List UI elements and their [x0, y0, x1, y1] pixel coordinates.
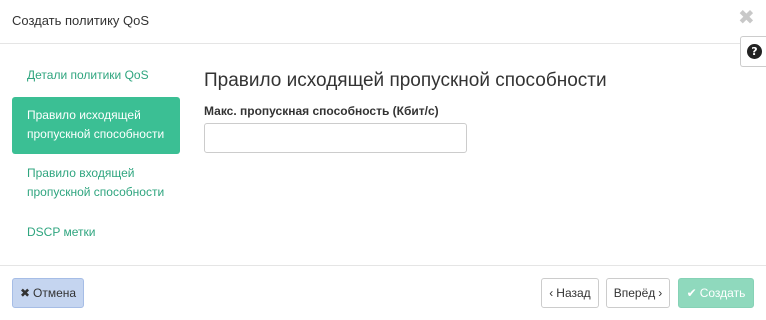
nav-item-egress-bandwidth-rule[interactable]: Правило исходящей пропускной способности [12, 97, 180, 154]
help-button[interactable]: ? [740, 36, 766, 67]
nav-item-dscp-marking[interactable]: DSCP метки [12, 223, 180, 243]
next-button[interactable]: Вперёд › [606, 278, 670, 308]
nav-item-ingress-bandwidth-rule[interactable]: Правило входящей пропускной способности [12, 164, 180, 204]
create-button[interactable]: ✔ Создать [678, 278, 754, 308]
close-icon[interactable]: ✖ [738, 8, 755, 28]
back-button[interactable]: ‹ Назад [541, 278, 599, 308]
nav-item-label: DSCP метки [27, 225, 96, 239]
nav-item-policy-details[interactable]: Детали политики QoS [12, 66, 180, 86]
check-icon: ✔ [686, 286, 697, 300]
max-bandwidth-input[interactable] [204, 123, 467, 153]
nav-item-label-line2: пропускной способности [27, 127, 165, 141]
max-bandwidth-label: Макс. пропускная способность (Кбит/с) [204, 104, 439, 118]
question-circle-icon: ? [747, 44, 762, 59]
create-qos-policy-modal: Создать политику QoS ✖ ? Детали политики… [0, 0, 766, 320]
nav-item-label-line2: пропускной способности [27, 185, 165, 199]
back-button-label: Назад [556, 286, 591, 300]
next-button-label: Вперёд [613, 286, 656, 300]
chevron-right-icon: › [658, 286, 663, 300]
cancel-button-label: Отмена [33, 286, 77, 300]
modal-title: Создать политику QoS [12, 13, 150, 28]
times-icon: ✖ [19, 286, 30, 300]
nav-item-label-line1: Правило входящей [27, 166, 135, 180]
create-button-label: Создать [699, 286, 746, 300]
nav-item-label: Детали политики QoS [27, 68, 149, 82]
nav-item-label-line1: Правило исходящей [27, 108, 141, 122]
section-title: Правило исходящей пропускной способности [204, 70, 607, 91]
modal-header: Создать политику QoS ✖ [0, 0, 766, 44]
cancel-button[interactable]: ✖ Отмена [12, 278, 84, 308]
chevron-left-icon: ‹ [549, 286, 554, 300]
